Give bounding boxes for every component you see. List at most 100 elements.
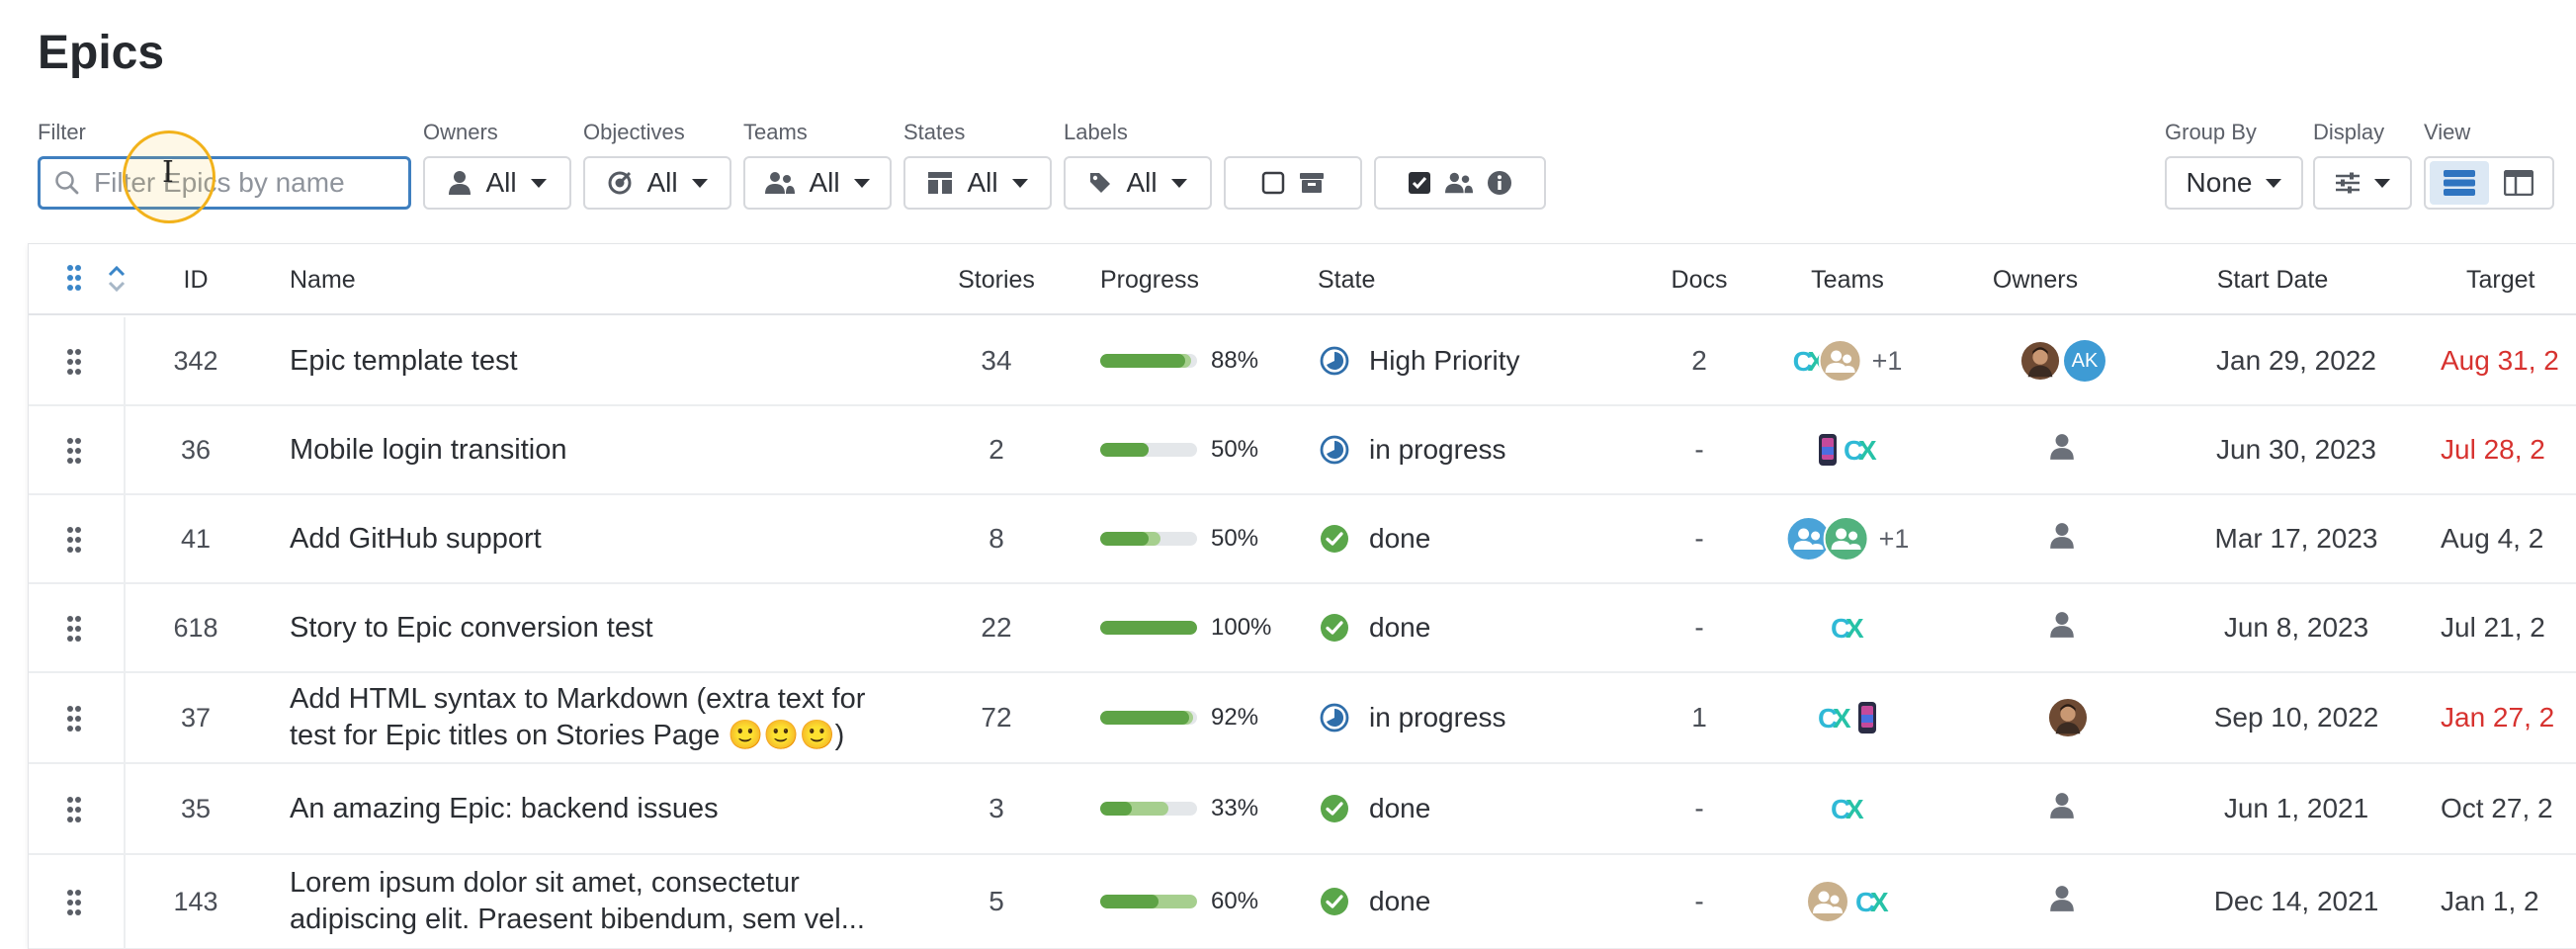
start-date: Sep 10, 2022 bbox=[2213, 702, 2379, 733]
header-docs[interactable]: Docs bbox=[1672, 244, 1728, 315]
team-person-photo-icon bbox=[1818, 339, 1862, 383]
table-row[interactable]: 618 Story to Epic conversion test 22 100% do… bbox=[29, 584, 2576, 673]
owners-cell[interactable] bbox=[2049, 406, 2075, 493]
board-view-button[interactable] bbox=[2489, 161, 2548, 205]
display-dropdown[interactable] bbox=[2313, 156, 2412, 210]
owners-cell[interactable] bbox=[2049, 495, 2075, 582]
header-name[interactable]: Name bbox=[290, 244, 356, 315]
teams-dropdown[interactable]: All bbox=[743, 156, 892, 210]
svg-text:X: X bbox=[1833, 703, 1851, 733]
teams-cell[interactable]: CX bbox=[1818, 406, 1877, 493]
epic-name-link[interactable]: Add HTML syntax to Markdown (extra text … bbox=[290, 681, 883, 754]
table-row[interactable]: 36 Mobile login transition 2 50% in progress… bbox=[29, 406, 2576, 495]
epic-name-link[interactable]: Mobile login transition bbox=[290, 432, 902, 469]
header-owners[interactable]: Owners bbox=[1993, 244, 2078, 315]
drag-handle-icon[interactable] bbox=[66, 437, 82, 470]
header-start-date[interactable]: Start Date bbox=[2217, 244, 2329, 315]
header-state[interactable]: State bbox=[1318, 244, 1375, 315]
state-cell[interactable]: High Priority bbox=[1320, 317, 1519, 404]
done-check-icon bbox=[1320, 524, 1369, 554]
owners-cell[interactable] bbox=[2049, 764, 2075, 853]
info-icon bbox=[1488, 171, 1511, 195]
owners-cell[interactable] bbox=[2049, 584, 2075, 671]
table-row[interactable]: 35 An amazing Epic: backend issues 3 33% don… bbox=[29, 764, 2576, 855]
epic-name-link[interactable]: Lorem ipsum dolor sit amet, consectetur … bbox=[290, 865, 883, 938]
teams-cell[interactable]: CX bbox=[1818, 673, 1877, 762]
header-id[interactable]: ID bbox=[184, 244, 209, 315]
list-view-button[interactable] bbox=[2430, 161, 2489, 205]
table-row[interactable]: 143 Lorem ipsum dolor sit amet, consectet… bbox=[29, 855, 2576, 949]
labels-filter: Labels All bbox=[1064, 119, 1212, 210]
state-cell[interactable]: in progress bbox=[1320, 406, 1506, 493]
states-dropdown[interactable]: All bbox=[903, 156, 1052, 210]
teams-more-count: +1 bbox=[1871, 345, 1903, 376]
state-label: done bbox=[1369, 523, 1431, 554]
search-icon bbox=[55, 171, 79, 195]
state-label: in progress bbox=[1369, 434, 1506, 465]
header-progress[interactable]: Progress bbox=[1100, 244, 1199, 315]
teams-cell[interactable]: CX bbox=[1831, 764, 1864, 853]
states-filter: States All bbox=[903, 119, 1052, 210]
state-cell[interactable]: in progress bbox=[1320, 673, 1506, 762]
table-header: ID Name Stories Progress State Docs Team… bbox=[29, 244, 2576, 315]
drag-handle-icon[interactable] bbox=[66, 705, 82, 737]
progress-cell: 100% bbox=[1100, 584, 1271, 671]
epic-name-link[interactable]: Epic template test bbox=[290, 343, 902, 380]
epics-table: ID Name Stories Progress State Docs Team… bbox=[28, 243, 2576, 949]
drag-handle-icon[interactable] bbox=[66, 889, 82, 921]
owners-cell[interactable] bbox=[2048, 673, 2088, 762]
teams-cell[interactable]: CX bbox=[1806, 855, 1889, 948]
table-row[interactable]: 37 Add HTML syntax to Markdown (extra tex… bbox=[29, 673, 2576, 764]
epic-id: 35 bbox=[180, 793, 212, 823]
objectives-filter: Objectives All bbox=[583, 119, 731, 210]
epic-name-link[interactable]: An amazing Epic: backend issues bbox=[290, 791, 902, 827]
state-cell[interactable]: done bbox=[1320, 495, 1430, 582]
stories-count: 22 bbox=[981, 612, 1012, 643]
drag-all-icon[interactable] bbox=[66, 264, 82, 297]
epic-name-cell: Mobile login transition bbox=[290, 406, 902, 493]
labels-value: All bbox=[1126, 167, 1158, 198]
search-box[interactable] bbox=[38, 156, 411, 210]
header-teams[interactable]: Teams bbox=[1811, 244, 1884, 315]
group-by-dropdown[interactable]: None bbox=[2165, 156, 2303, 210]
teams-cell[interactable]: CX bbox=[1831, 584, 1864, 671]
chevron-down-icon bbox=[1170, 178, 1187, 188]
group-by-label: Group By bbox=[2165, 120, 2257, 144]
sort-icon[interactable] bbox=[108, 264, 126, 299]
header-target[interactable]: Target bbox=[2466, 244, 2534, 315]
header-stories[interactable]: Stories bbox=[958, 244, 1035, 315]
state-cell[interactable]: done bbox=[1320, 855, 1430, 948]
team-cx-icon: CX bbox=[1844, 435, 1877, 465]
state-cell[interactable]: done bbox=[1320, 764, 1430, 853]
owners-cell[interactable]: AK bbox=[2020, 317, 2105, 404]
drag-handle-icon[interactable] bbox=[66, 526, 82, 559]
state-label: High Priority bbox=[1369, 345, 1520, 376]
labels-dropdown[interactable]: All bbox=[1064, 156, 1212, 210]
progress-cell: 50% bbox=[1100, 406, 1258, 493]
teams-cell[interactable]: +1 bbox=[1785, 495, 1909, 582]
progress-bar bbox=[1100, 802, 1197, 816]
objectives-dropdown[interactable]: All bbox=[583, 156, 731, 210]
docs-count: 2 bbox=[1691, 345, 1707, 376]
table-row[interactable]: 41 Add GitHub support 8 50% done - +1 Mar 17, 2… bbox=[29, 495, 2576, 584]
owners-cell[interactable] bbox=[2049, 855, 2075, 948]
drag-handle-icon[interactable] bbox=[66, 615, 82, 647]
state-cell[interactable]: done bbox=[1320, 584, 1430, 671]
epic-name-link[interactable]: Add GitHub support bbox=[290, 521, 902, 558]
teams-cell[interactable]: C X +1 bbox=[1793, 317, 1903, 404]
archived-toggle-button[interactable] bbox=[1224, 156, 1362, 210]
my-items-toggle-button[interactable] bbox=[1374, 156, 1546, 210]
target-date: Jan 27, 2 bbox=[2441, 702, 2555, 733]
target-date: Jul 21, 2 bbox=[2441, 612, 2545, 643]
person-icon bbox=[449, 171, 472, 195]
epic-name-link[interactable]: Story to Epic conversion test bbox=[290, 610, 902, 647]
drag-handle-icon[interactable] bbox=[66, 348, 82, 381]
owner-avatar-photo bbox=[2048, 698, 2088, 737]
owners-dropdown[interactable]: All bbox=[423, 156, 571, 210]
table-row[interactable]: 342 Epic template test 34 88% High Priority 2… bbox=[29, 317, 2576, 406]
drag-handle-icon[interactable] bbox=[66, 796, 82, 828]
display-label: Display bbox=[2313, 120, 2385, 144]
stories-count: 3 bbox=[988, 793, 1004, 823]
progress-done-fill bbox=[1100, 895, 1159, 908]
team-icons: CX bbox=[1831, 613, 1864, 643]
